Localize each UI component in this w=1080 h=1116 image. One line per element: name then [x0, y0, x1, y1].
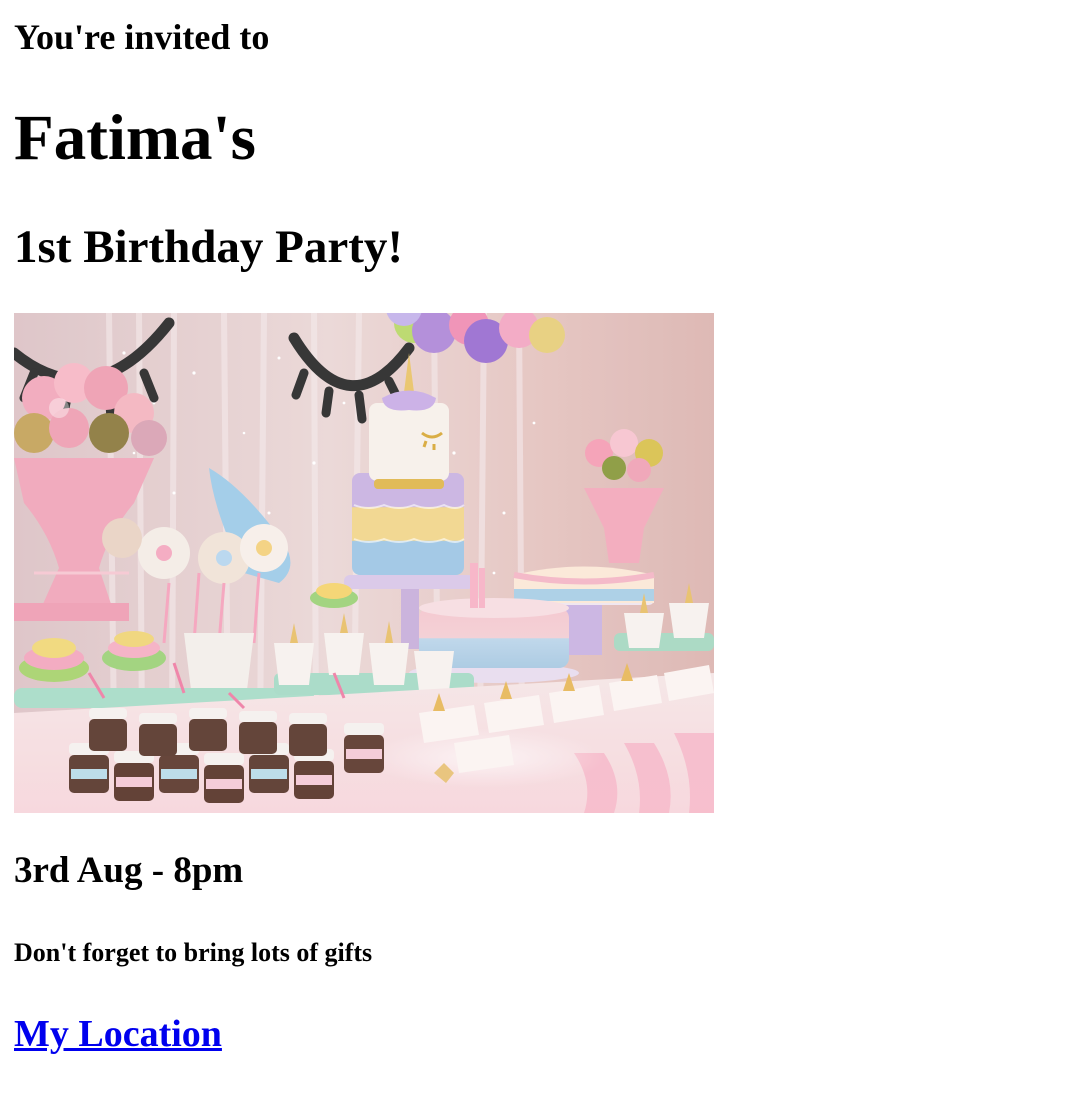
party-photo: [14, 313, 714, 813]
guest-of-honor-name: Fatima's: [14, 102, 256, 174]
location-heading: My Location: [14, 1010, 222, 1058]
intro-heading: You're invited to: [14, 17, 270, 57]
gift-reminder: Don't forget to bring lots of gifts: [14, 938, 373, 967]
event-title: 1st Birthday Party!: [14, 221, 404, 273]
location-link[interactable]: My Location: [14, 1013, 222, 1055]
event-date-time: 3rd Aug - 8pm: [14, 850, 244, 891]
